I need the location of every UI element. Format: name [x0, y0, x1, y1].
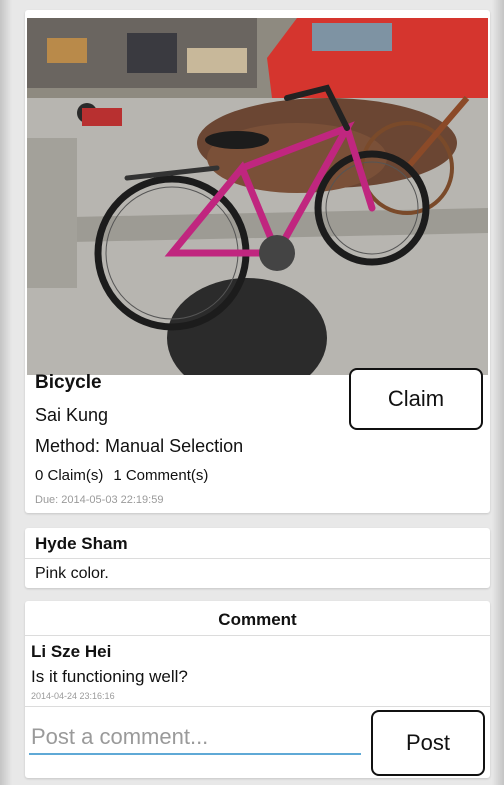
comment-text: Is it functioning well? [31, 667, 188, 686]
owner-note-card: Hyde Sham Pink color. [25, 528, 490, 588]
item-card: Bicycle Sai Kung Method: Manual Selectio… [25, 10, 490, 513]
comment-count: 1 Comment(s) [113, 467, 209, 484]
post-button[interactable]: Post [371, 710, 485, 776]
owner-note-text: Pink color. [35, 565, 109, 582]
claim-button[interactable]: Claim [349, 368, 483, 430]
comment-input[interactable] [29, 721, 361, 755]
comment-card: Comment Li Sze Hei Is it functioning wel… [25, 601, 490, 778]
divider [25, 558, 490, 559]
item-method: Method: Manual Selection [35, 436, 244, 456]
comment-author: Li Sze Hei [31, 642, 112, 661]
owner-name: Hyde Sham [35, 534, 128, 553]
item-photo[interactable] [27, 18, 488, 375]
claim-count: 0 Claim(s) [35, 467, 104, 484]
comment-timestamp: 2014-04-24 23:16:16 [31, 691, 115, 701]
item-counts: 0 Claim(s) 1 Comment(s) [35, 467, 208, 484]
due-date: Due: 2014-05-03 22:19:59 [35, 494, 164, 506]
item-title: Bicycle [35, 372, 102, 393]
comment-section-header: Comment [25, 601, 490, 636]
item-location: Sai Kung [35, 405, 109, 425]
divider [25, 706, 490, 707]
bicycle-photo [27, 18, 488, 375]
